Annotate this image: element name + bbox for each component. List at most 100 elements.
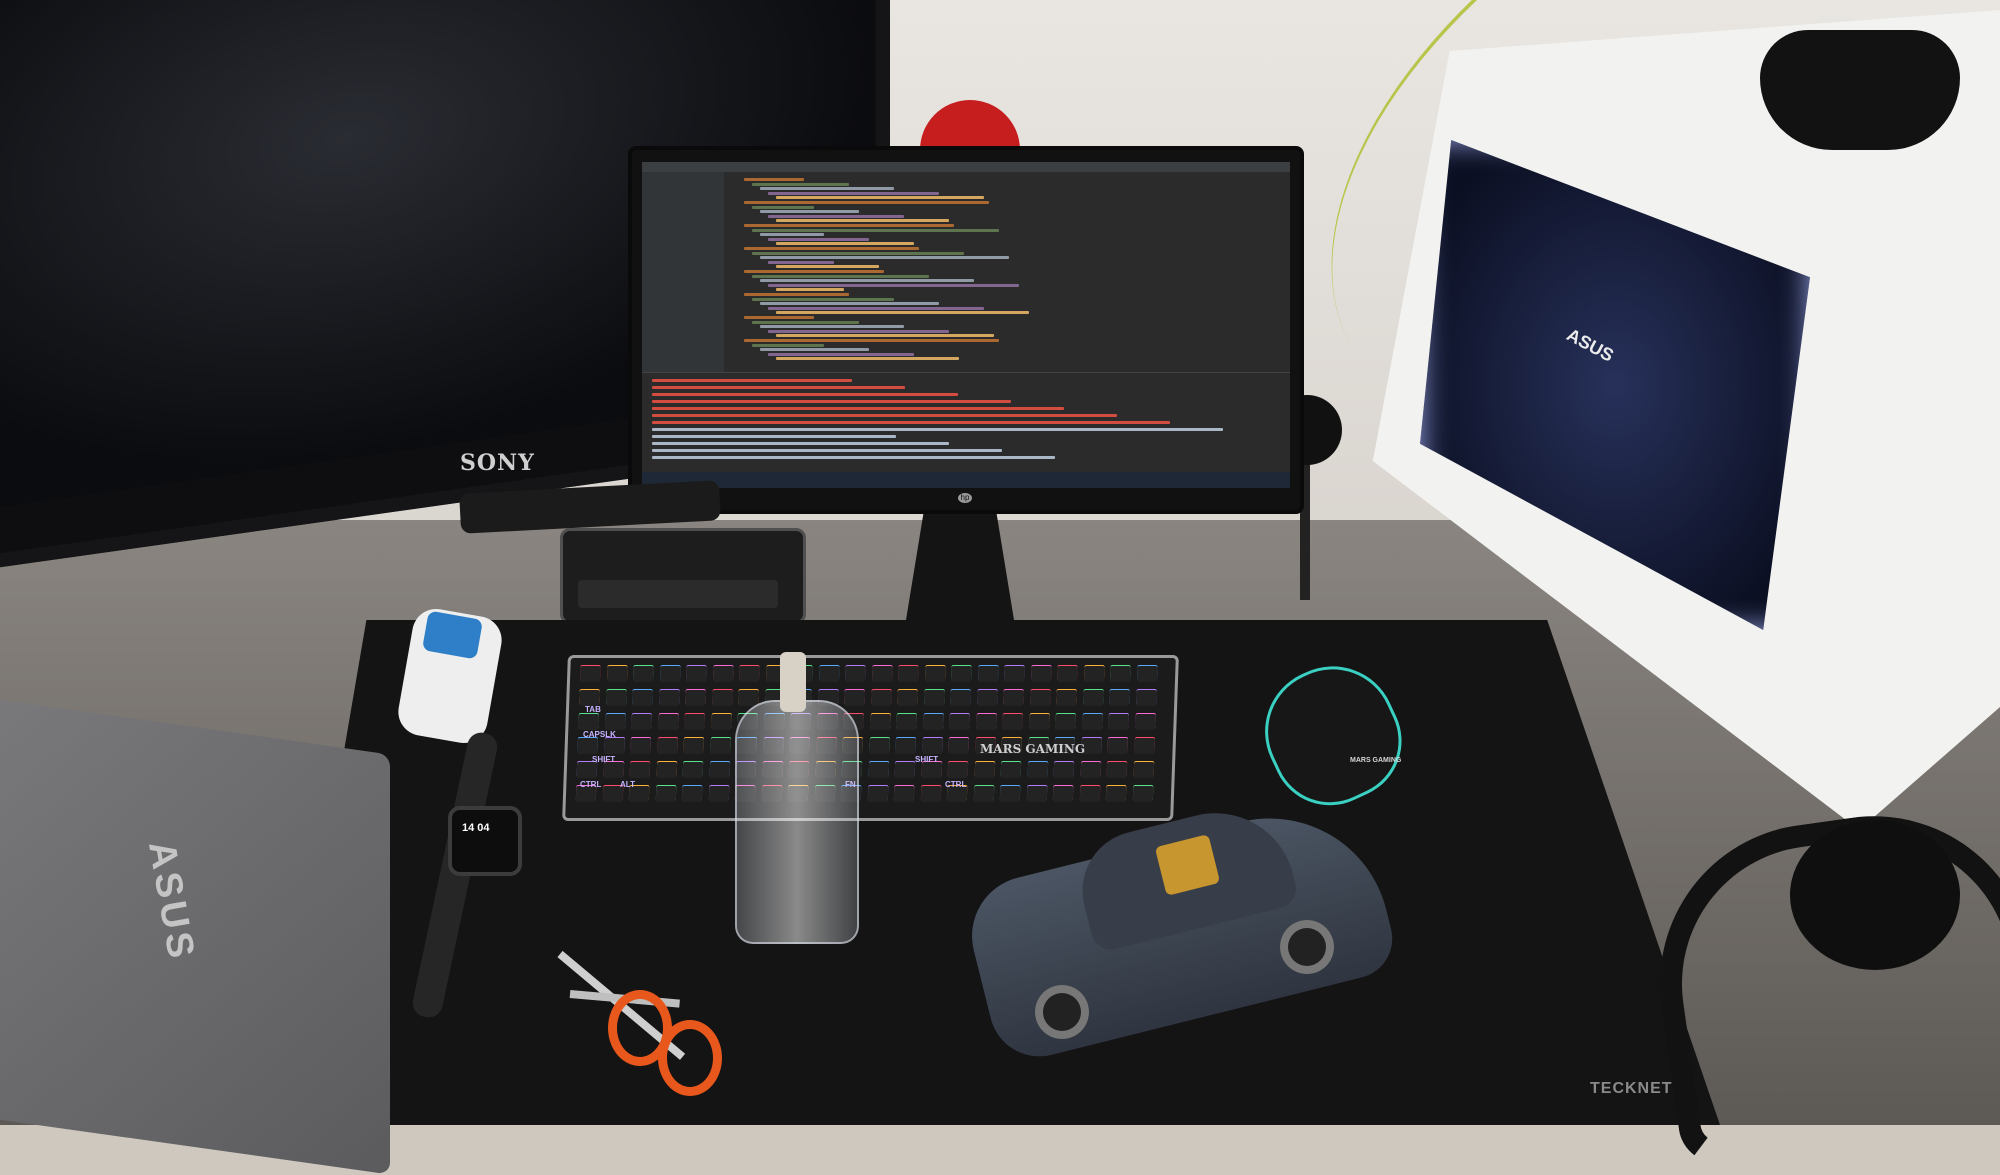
keyboard-key [1135, 690, 1157, 706]
code-line [744, 201, 989, 204]
keyboard-key [685, 690, 706, 706]
hp-logo: hp [958, 493, 972, 503]
keyboard-key [976, 690, 998, 706]
code-line [752, 343, 824, 347]
keyboard-key [712, 666, 734, 682]
keyboard-key [870, 690, 892, 706]
keyboard-key [897, 690, 918, 706]
keyboard-key [1055, 714, 1076, 730]
ide-code-editor [724, 172, 1290, 372]
console-error-line [652, 407, 1064, 410]
console-error-line [652, 442, 949, 445]
code-line [752, 228, 999, 232]
bluetooth-speaker [560, 528, 806, 624]
ide-menubar [642, 162, 1290, 172]
keyboard-key [921, 762, 942, 778]
monitor: hp [632, 150, 1300, 510]
keyboard-key [604, 714, 626, 730]
keyboard-key [1105, 786, 1127, 802]
code-line [752, 205, 814, 209]
code-line [768, 306, 984, 310]
code-line [760, 210, 859, 214]
code-line [760, 279, 974, 283]
keyboard-key [1026, 786, 1047, 802]
console-error-line [652, 379, 852, 382]
code-line [744, 224, 954, 227]
keyboard-brand-label: MARS GAMING [980, 742, 1086, 756]
keyboard-key-label: SHIFT [592, 755, 616, 764]
code-line [776, 334, 994, 338]
keyboard-key [1083, 666, 1105, 682]
code-line [760, 233, 824, 237]
ide-project-panel [642, 172, 724, 372]
game-controller [1760, 30, 1960, 150]
keyboard-key [577, 738, 598, 754]
keyboard-key [1030, 666, 1052, 682]
keyboard-key [868, 738, 890, 754]
keyboard-key [710, 714, 732, 730]
console-error-line [652, 449, 1002, 452]
keyboard-key [629, 762, 651, 778]
code-line [768, 214, 904, 218]
keyboard-key [896, 714, 917, 730]
keyboard-key [606, 666, 628, 682]
mechanical-keyboard [562, 655, 1179, 821]
code-line [744, 178, 804, 181]
code-line [776, 242, 914, 246]
keyboard-key-label: CTRL [945, 780, 967, 789]
code-line [760, 187, 894, 191]
code-line [768, 329, 949, 333]
keyboard-key [1053, 762, 1075, 778]
keyboard-key [603, 738, 625, 754]
code-line [760, 325, 904, 329]
mouse-brand-label: MARS GAMING [1350, 757, 1402, 764]
keyboard-key [922, 714, 944, 730]
keyboard-key [576, 762, 598, 778]
tv-brand-label: SONY [460, 450, 535, 476]
code-line [768, 260, 834, 264]
keyboard-key [1028, 714, 1050, 730]
keyboard-key [924, 666, 946, 682]
keyboard-key [578, 714, 599, 730]
keyboard-key [1079, 786, 1100, 802]
smartwatch-time: 14 04 [462, 822, 490, 834]
code-line [768, 352, 914, 356]
keyboard-key [818, 666, 840, 682]
keyboard-key-label: CAPSLK [583, 730, 616, 739]
keyboard-key [1002, 714, 1023, 730]
keyboard-key [656, 762, 677, 778]
keyboard-key [1056, 690, 1077, 706]
keyboard-key [632, 666, 654, 682]
keyboard-key [1106, 762, 1128, 778]
desk-mat-brand: TECKNET [1590, 1080, 1673, 1097]
code-line [760, 348, 869, 352]
code-line [768, 191, 939, 195]
microphone-stand [1300, 460, 1310, 600]
keyboard-key [656, 738, 678, 754]
keyboard-key [1081, 714, 1103, 730]
keyboard-key [974, 762, 995, 778]
keyboard-key [867, 786, 888, 802]
keyboard-key [1108, 714, 1129, 730]
keyboard-key [897, 666, 919, 682]
keyboard-key [681, 786, 703, 802]
model-car-wheel [1280, 920, 1334, 974]
monitor-screen [642, 162, 1290, 488]
keyboard-key [605, 690, 627, 706]
code-line [744, 316, 814, 319]
keyboard-key-label: SHIFT [915, 755, 939, 764]
keyboard-key [630, 738, 651, 754]
keyboard-key [1003, 690, 1024, 706]
code-line [752, 320, 859, 324]
keyboard-key [973, 786, 994, 802]
code-line [744, 339, 999, 342]
keyboard-key-label: TAB [585, 705, 601, 714]
code-line [760, 256, 1009, 260]
keyboard-key [659, 666, 681, 682]
keyboard-key [948, 738, 969, 754]
keyboard-key-label: ALT [620, 780, 635, 789]
keyboard-key [1056, 666, 1078, 682]
code-line [776, 311, 1029, 315]
keyboard-key [711, 690, 733, 706]
speaker-grille [578, 580, 778, 608]
